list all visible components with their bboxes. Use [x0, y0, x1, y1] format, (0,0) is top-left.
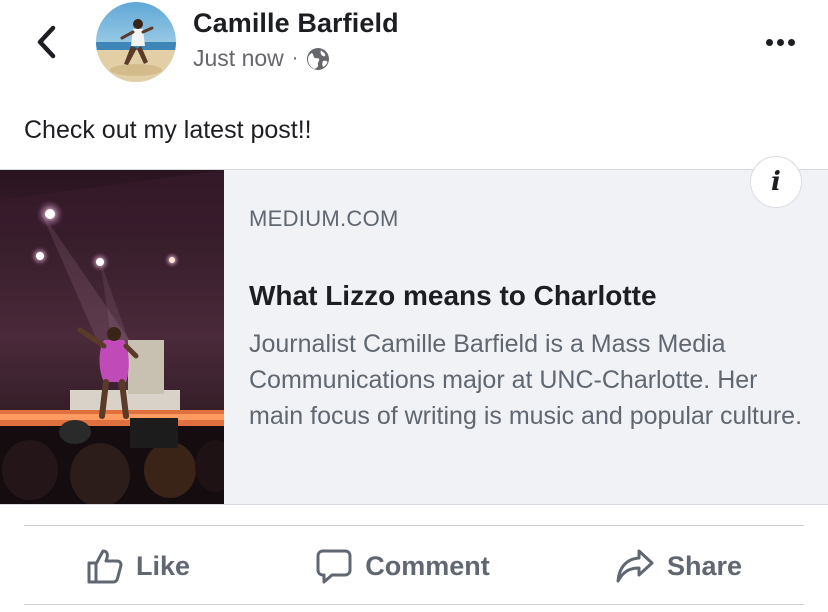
post-meta: Just now · [193, 45, 330, 72]
divider-bottom [24, 604, 804, 605]
share-arrow-icon [616, 549, 654, 583]
more-options-button[interactable] [760, 28, 800, 56]
link-domain: MEDIUM.COM [249, 206, 399, 231]
share-button[interactable]: Share [615, 547, 742, 585]
comment-label: Comment [365, 550, 490, 581]
action-bar: Like Comment Share [24, 530, 804, 602]
avatar-photo [96, 2, 176, 82]
more-dot [776, 38, 784, 46]
info-icon: i [771, 167, 781, 197]
more-horizontal-icon [765, 38, 773, 46]
info-button[interactable]: i [750, 156, 802, 208]
chevron-left-icon [37, 25, 56, 59]
link-description: Journalist Camille Barfield is a Mass Me… [249, 330, 803, 430]
link-body: MEDIUM.COM What Lizzo means to Charlotte… [224, 156, 828, 504]
avatar[interactable] [96, 2, 176, 82]
more-dot [787, 38, 795, 46]
post-timestamp[interactable]: Just now [193, 45, 284, 72]
link-thumbnail [0, 170, 224, 504]
link-title[interactable]: What Lizzo means to Charlotte [249, 280, 828, 312]
like-button[interactable]: Like [86, 547, 190, 585]
comment-button[interactable]: Comment [315, 547, 490, 585]
concert-photo [0, 170, 224, 504]
comment-icon [316, 549, 352, 584]
back-button[interactable] [30, 22, 64, 62]
share-label: Share [666, 550, 742, 581]
author-name[interactable]: Camille Barfield [193, 8, 399, 39]
meta-separator: · [291, 47, 299, 69]
link-preview-card[interactable]: MEDIUM.COM What Lizzo means to Charlotte… [0, 156, 828, 505]
post-text: Check out my latest post!! [24, 116, 312, 144]
thumbs-up-icon [87, 549, 123, 584]
like-label: Like [136, 550, 191, 581]
divider-top [24, 525, 804, 526]
globe-icon[interactable] [306, 47, 330, 71]
